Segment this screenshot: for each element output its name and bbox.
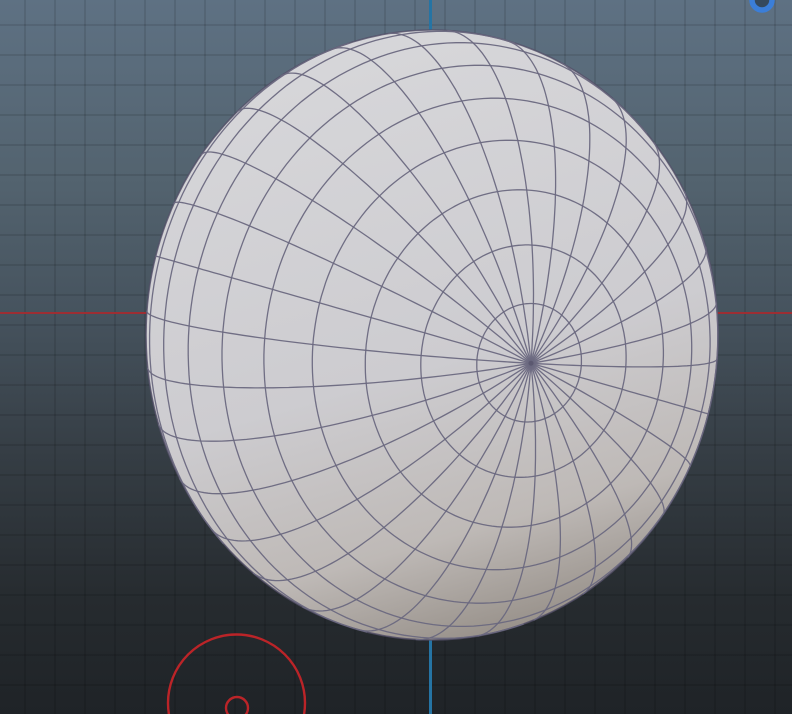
viewport-canvas xyxy=(0,0,792,714)
navigation-gizmo-axis-ball[interactable] xyxy=(749,0,775,13)
3d-viewport[interactable] xyxy=(0,0,792,714)
uv-sphere-object[interactable] xyxy=(145,29,719,641)
